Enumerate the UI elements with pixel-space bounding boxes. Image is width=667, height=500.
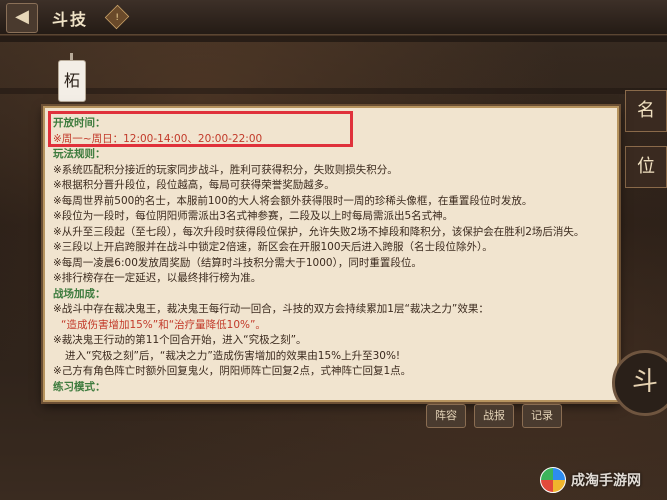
rules-content: 开放时间： ※周一~周日：12:00-14:00、20:00-22:00 玩法规… <box>53 116 609 395</box>
rule-line: ※三段以上开启跨服并在战斗中锁定2倍速，新区会在开服100天后进入跨服（名士段位… <box>53 241 493 253</box>
rule-line: ※从升至三段起（至七段），每次升段时获得段位保护，允许失败2场不掉段和降积分，该… <box>53 225 585 238</box>
rule-line: ※每周一凌晨6:00发放周奖励（结算时斗技积分需大于1000），同时重置段位。 <box>53 256 422 269</box>
rules-panel: 开放时间： ※周一~周日：12:00-14:00、20:00-22:00 玩法规… <box>43 106 619 402</box>
section-heading-practice: 练习模式： <box>53 380 106 393</box>
page-title: 斗技 <box>52 10 89 29</box>
rule-line: ※排行榜存在一定延迟，以最终排行榜为准。 <box>53 272 262 284</box>
bonus-line: “造成伤害增加15%”和“治疗量降低10%”。 <box>61 318 266 331</box>
record-button[interactable]: 记录 <box>522 404 562 428</box>
hanging-tag[interactable]: 柘 <box>58 53 86 102</box>
battle-report-button[interactable]: 战报 <box>474 404 514 428</box>
info-button[interactable]: ! <box>104 4 130 30</box>
section-heading-rules: 玩法规则： <box>53 148 106 160</box>
info-icon: ! <box>115 11 119 23</box>
rule-line: ※根据积分晋升段位，段位越高，每局可获得荣誉奖励越多。 <box>53 179 335 191</box>
side-tab-level[interactable]: 位 <box>625 146 667 188</box>
ceiling-beam <box>0 36 667 42</box>
section-heading-bonus: 战场加成： <box>53 287 106 300</box>
top-bar: ◀ 斗技 ! <box>0 0 667 35</box>
ceiling-beam <box>0 88 667 94</box>
bonus-line: ※裁决鬼王行动的第11个回合开始，进入“究极之刻”。 <box>53 334 307 346</box>
watermark: 成淘手游网 <box>540 467 641 493</box>
back-button[interactable]: ◀ <box>6 3 38 33</box>
bonus-line: 进入“究极之刻”后，“裁决之力”造成伤害增加的效果由15%上升至30%! <box>65 349 401 362</box>
bonus-line: ※战斗中存在裁决鬼王，裁决鬼王每行动一回合，斗技的双方会持续累加1层“裁决之力”… <box>53 303 489 315</box>
section-heading-open-time: 开放时间： <box>53 117 106 129</box>
rule-line: ※系统匹配积分接近的玩家同步战斗，胜利可获得积分，失败则损失积分。 <box>53 163 398 176</box>
watermark-logo-icon <box>540 467 566 493</box>
back-arrow-icon: ◀ <box>15 6 29 27</box>
watermark-text: 成淘手游网 <box>571 473 641 489</box>
open-time-text: ※周一~周日：12:00-14:00、20:00-22:00 <box>53 132 263 145</box>
rule-line: ※段位为一段时，每位阴阳师需派出3名式神参赛，二段及以上时每局需派出5名式神。 <box>53 210 454 222</box>
lineup-button[interactable]: 阵容 <box>426 404 466 428</box>
side-tab-rank[interactable]: 名 <box>625 90 667 132</box>
bonus-line: ※己方有角色阵亡时额外回复鬼火，阴阳师阵亡回复2点，式神阵亡回复1点。 <box>53 365 412 377</box>
rule-line: ※每周世界前500的名士，本服前100的大人将会额外获得限时一周的珍稀头像框，在… <box>53 194 533 207</box>
